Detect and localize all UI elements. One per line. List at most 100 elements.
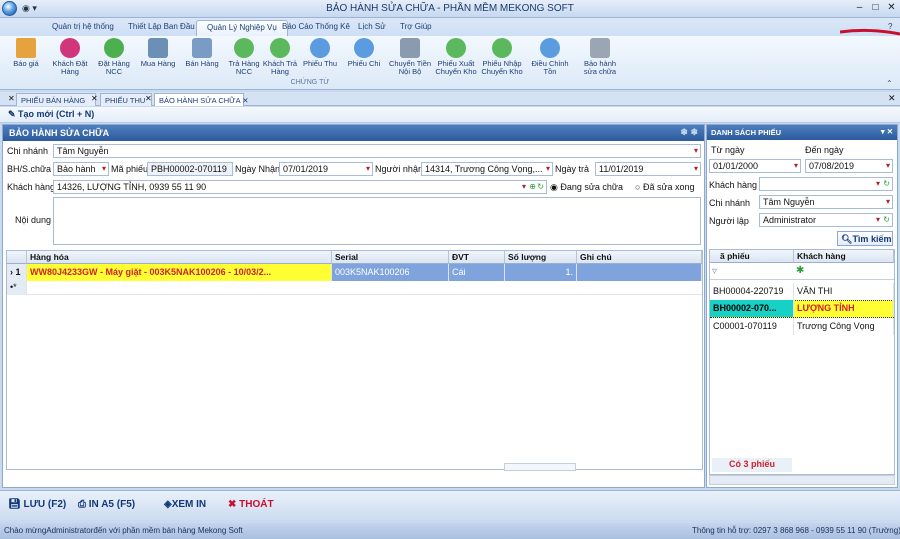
coins-icon xyxy=(400,38,420,58)
branch-field[interactable]: Tâm Nguyễn ▾ xyxy=(53,144,701,158)
chevron-down-icon[interactable]: ▾ xyxy=(886,161,890,170)
col-qty[interactable]: Số lượng xyxy=(505,251,577,264)
tab-sales-invoice[interactable]: PHIẾU BÁN HÀNG xyxy=(16,93,96,106)
cell-qty[interactable]: 1. xyxy=(505,264,577,281)
close-all-icon[interactable]: ✕ xyxy=(888,93,896,104)
list-row-code[interactable]: BH00004-220719 xyxy=(710,283,794,300)
code-field[interactable]: PBH00002-070119 xyxy=(147,162,233,176)
list-row-customer[interactable]: LƯỢNG TỈNH xyxy=(794,300,894,317)
close-icon[interactable]: ✕ xyxy=(884,1,899,15)
stock-in-transfer-button[interactable]: Phiếu Nhập Chuyển Kho xyxy=(480,38,524,76)
cell-item[interactable]: WW80J4233GW - Máy giặt - 003K5NAK100206 … xyxy=(27,264,332,281)
chevron-down-icon[interactable]: ▾ xyxy=(102,164,106,173)
creator-field[interactable]: Administrator ▾ ↻ xyxy=(759,213,893,227)
col-code[interactable]: ã phiếu xyxy=(710,250,794,263)
chevron-down-icon[interactable]: ▾ xyxy=(876,215,880,224)
type-select[interactable]: Bảo hành ▾ xyxy=(53,162,109,176)
search-button[interactable]: 🔍︎Tìm kiếm xyxy=(837,231,893,246)
list-row-code[interactable]: BH00002-070... xyxy=(710,300,794,317)
branch-label: Chi nhánh xyxy=(7,146,49,156)
filter-row[interactable]: ▿ ✱ xyxy=(710,263,894,280)
refresh-icon[interactable]: ↻ xyxy=(883,179,890,188)
filter-icon[interactable]: ▿ xyxy=(712,266,717,277)
radio-checked-icon[interactable]: ◉ xyxy=(550,182,558,192)
customer-field[interactable]: 14326, LƯỢNG TỈNH, 0939 55 11 90 ▾ ⊕ ↻ xyxy=(53,180,547,194)
content-textarea[interactable] xyxy=(53,197,701,245)
chevron-down-icon[interactable]: ▾ xyxy=(794,161,798,170)
minus-icon xyxy=(354,38,374,58)
receiver-field[interactable]: 14314, Trương Công Vọng,... ▾ xyxy=(421,162,553,176)
add-icon[interactable]: ⊕ xyxy=(529,182,536,191)
cell-note[interactable] xyxy=(577,264,702,281)
supplier-order-button[interactable]: Đặt Hàng NCC xyxy=(92,38,136,76)
minimize-icon[interactable]: – xyxy=(852,1,867,15)
list-branch-field[interactable]: Tâm Nguyễn ▾ xyxy=(759,195,893,209)
to-date-field[interactable]: 07/08/2019 ▾ xyxy=(805,159,893,173)
tab-close-icon[interactable]: ✕ xyxy=(91,94,98,103)
inventory-adjust-button[interactable]: Điều Chỉnh Tồn xyxy=(528,38,572,76)
col-customer[interactable]: Khách hàng xyxy=(794,250,894,263)
cell-unit[interactable]: Cái xyxy=(449,264,505,281)
new-row[interactable] xyxy=(27,281,702,295)
menu-help[interactable]: Trợ Giúp xyxy=(390,20,442,36)
filter-clear-icon[interactable]: ✱ xyxy=(796,265,804,276)
refresh-icon[interactable]: ↻ xyxy=(883,215,890,224)
col-serial[interactable]: Serial xyxy=(332,251,449,264)
radio-icon[interactable]: ○ xyxy=(635,182,640,192)
horizontal-scrollbar[interactable] xyxy=(709,475,895,485)
col-note[interactable]: Ghi chú xyxy=(577,251,702,264)
collapse-ribbon-icon[interactable]: ⌃ xyxy=(886,79,893,88)
from-date-field[interactable]: 01/01/2000 ▾ xyxy=(709,159,801,173)
tab-close-icon[interactable]: ✕ xyxy=(8,94,15,103)
tab-close-icon[interactable]: ✕ xyxy=(145,94,152,103)
list-customer-field[interactable]: ▾ ↻ xyxy=(759,177,893,191)
supplier-return-label: Trả Hàng NCC xyxy=(228,59,260,76)
recv-date-field[interactable]: 07/01/2019 ▾ xyxy=(279,162,373,176)
col-unit[interactable]: ĐVT xyxy=(449,251,505,264)
list-row-code[interactable]: C00001-070119 xyxy=(710,318,794,335)
chevron-down-icon[interactable]: ▾ xyxy=(876,179,880,188)
help-icon[interactable]: ? xyxy=(888,22,892,31)
quote-button[interactable]: Báo giá xyxy=(4,38,48,68)
exit-label: THOÁT xyxy=(239,499,274,510)
to-label: Đến ngày xyxy=(805,145,844,155)
menu-setup[interactable]: Thiết Lập Ban Đầu xyxy=(118,20,205,36)
warranty-repair-button[interactable]: Bảo hành sửa chữa xyxy=(578,38,622,76)
pin-close-icon[interactable]: ▾ ✕ xyxy=(881,127,893,136)
status-repairing[interactable]: ◉ Đang sửa chữa xyxy=(550,182,623,193)
welcome-text: Chào mừngAdministratorđến với phần mềm b… xyxy=(4,526,243,535)
sale-button[interactable]: Bán Hàng xyxy=(180,38,224,68)
exit-button[interactable]: ✖ THOÁT xyxy=(228,499,274,510)
maximize-icon[interactable]: □ xyxy=(868,1,883,15)
new-button[interactable]: ✎ Tạo mới (Ctrl + N) xyxy=(8,109,94,120)
menu-reports[interactable]: Báo Cáo Thống Kê xyxy=(272,20,360,36)
purchase-button[interactable]: Mua Hàng xyxy=(136,38,180,68)
stock-out-transfer-button[interactable]: Phiếu Xuất Chuyển Kho xyxy=(434,38,478,76)
chevron-down-icon[interactable]: ▾ xyxy=(694,164,698,173)
snowflake-icon: ❄ ❄ xyxy=(680,127,698,137)
list-row-customer[interactable]: VĂN THI xyxy=(794,283,894,300)
customer-return-button[interactable]: Khách Trả Hàng xyxy=(258,38,302,76)
refresh-icon[interactable]: ↻ xyxy=(537,182,544,191)
chevron-down-icon[interactable]: ▾ xyxy=(886,197,890,206)
print-a5-button[interactable]: ⎙ IN A5 (F5) xyxy=(78,499,135,510)
internal-transfer-button[interactable]: Chuyển Tiền Nội Bộ xyxy=(388,38,432,76)
list-row-customer[interactable]: Trương Công Vọng xyxy=(794,318,894,335)
return-date-field[interactable]: 11/01/2019 ▾ xyxy=(595,162,701,176)
menu-history[interactable]: Lịch Sử xyxy=(348,20,396,36)
customer-order-button[interactable]: Khách Đặt Hàng xyxy=(48,38,92,76)
payment-button[interactable]: Phiếu Chi xyxy=(342,38,386,68)
view-print-button[interactable]: ◈XEM IN xyxy=(164,499,206,510)
chevron-down-icon[interactable]: ▾ xyxy=(694,146,698,155)
receipt-button[interactable]: Phiếu Thu xyxy=(298,38,342,68)
chevron-down-icon[interactable]: ▾ xyxy=(546,164,550,173)
chevron-down-icon[interactable]: ▾ xyxy=(366,164,370,173)
status-done[interactable]: ○ Đã sửa xong xyxy=(635,182,695,192)
tab-warranty-repair[interactable]: BẢO HÀNH SỬA CHỮA ✕ xyxy=(154,93,249,106)
menu-admin[interactable]: Quản trị hệ thống xyxy=(42,20,124,36)
cell-serial[interactable]: 003K5NAK100206 xyxy=(332,264,449,281)
new-row-icon[interactable]: •* xyxy=(7,281,27,295)
chevron-down-icon[interactable]: ▾ xyxy=(522,182,526,191)
col-item[interactable]: Hàng hóa xyxy=(27,251,332,264)
save-button[interactable]: 💾︎ LƯU (F2) xyxy=(8,499,66,510)
